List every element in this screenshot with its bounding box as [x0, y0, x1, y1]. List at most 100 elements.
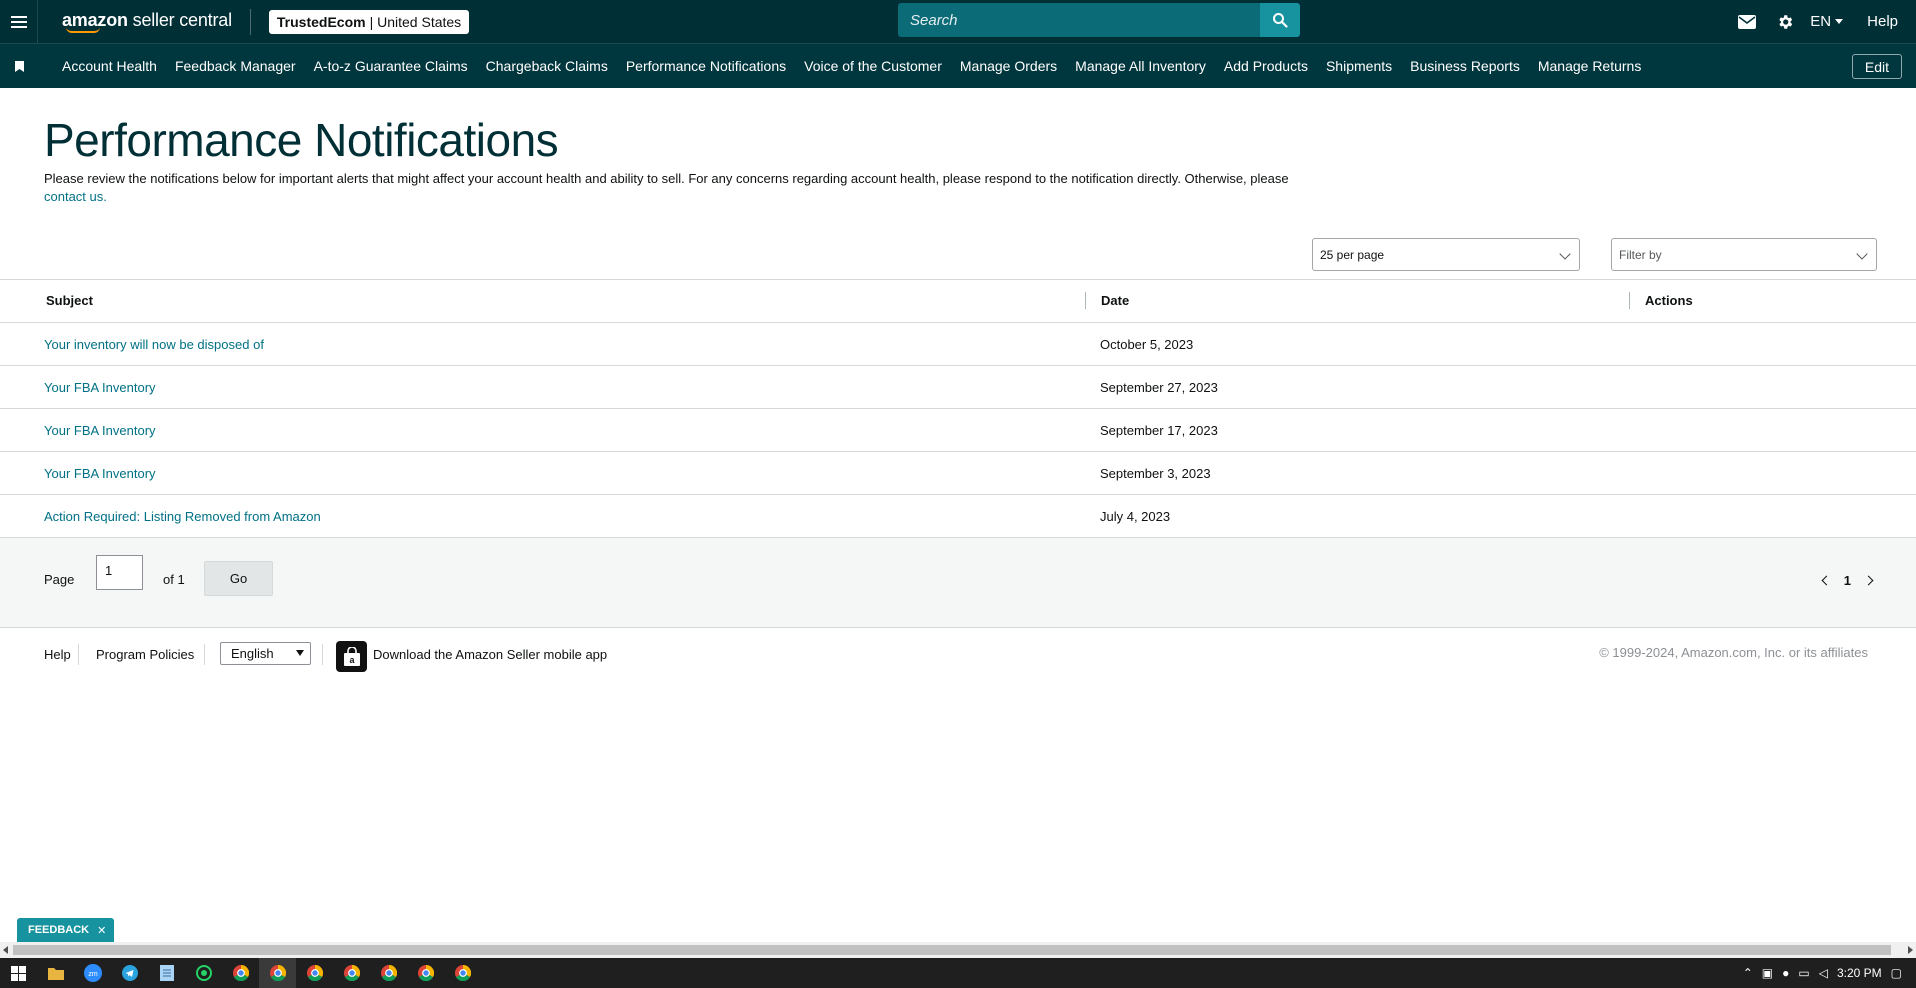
feedback-button[interactable]: FEEDBACK ✕ — [17, 918, 115, 942]
per-page-value: 25 per page — [1320, 247, 1385, 262]
amazon-seller-central-logo[interactable]: amazon seller central — [62, 11, 232, 33]
messages-button[interactable] — [1728, 14, 1766, 29]
clock-time[interactable]: 3:20 PM — [1837, 966, 1882, 980]
search-icon — [1273, 13, 1288, 28]
table-row: Your FBA Inventory September 27, 2023 — [0, 366, 1916, 409]
taskbar-chrome-3[interactable] — [296, 958, 333, 988]
language-code: EN — [1810, 13, 1832, 30]
page-label: Page — [44, 572, 75, 587]
notepad-icon — [159, 965, 174, 981]
start-button[interactable] — [0, 958, 37, 988]
taskbar-whatsapp[interactable] — [185, 958, 222, 988]
footer: Help Program Policies English a Download… — [0, 630, 1916, 680]
footer-help-link[interactable]: Help — [44, 647, 71, 662]
nav-item-manage-orders[interactable]: Manage Orders — [960, 58, 1057, 74]
table-row: Action Required: Listing Removed from Am… — [0, 495, 1916, 538]
zoom-icon-label: zm — [88, 971, 98, 978]
store-selector[interactable]: TrustedEcom | United States — [268, 9, 470, 34]
scroll-left-icon[interactable] — [3, 946, 8, 954]
nav-item-feedback-manager[interactable]: Feedback Manager — [175, 58, 296, 74]
logo-product: seller central — [132, 9, 232, 30]
nav-item-add-products[interactable]: Add Products — [1224, 58, 1308, 74]
settings-button[interactable] — [1766, 13, 1804, 31]
nav-item-performance-notifications[interactable]: Performance Notifications — [626, 58, 786, 74]
edit-nav-button[interactable]: Edit — [1851, 54, 1902, 79]
nav-item-voice-of-customer[interactable]: Voice of the Customer — [804, 58, 942, 74]
page-navigator: 1 — [1821, 573, 1874, 588]
pagination-bar: Page 1 of 1 Go 1 — [0, 538, 1916, 628]
per-page-select[interactable]: 25 per page — [1312, 238, 1580, 271]
footer-divider — [204, 644, 205, 665]
taskbar-file-explorer[interactable] — [37, 958, 74, 988]
chevron-down-icon — [1559, 248, 1571, 260]
notification-subject-link[interactable]: Action Required: Listing Removed from Am… — [44, 509, 321, 524]
nav-item-manage-returns[interactable]: Manage Returns — [1538, 58, 1642, 74]
microphone-icon[interactable]: ● — [1782, 966, 1789, 980]
current-page-number[interactable]: 1 — [1844, 573, 1851, 588]
chevron-down-icon — [296, 650, 304, 656]
amazon-app-icon[interactable]: a — [336, 641, 367, 672]
gear-icon — [1779, 14, 1793, 29]
help-link[interactable]: Help — [1867, 13, 1898, 30]
footer-divider — [322, 644, 323, 665]
nav-item-chargeback-claims[interactable]: Chargeback Claims — [486, 58, 608, 74]
search-input[interactable]: Search — [898, 3, 1260, 37]
taskbar-chrome-5[interactable] — [370, 958, 407, 988]
taskbar-notepad[interactable] — [148, 958, 185, 988]
nav-item-account-health[interactable]: Account Health — [62, 58, 157, 74]
notification-subject-link[interactable]: Your FBA Inventory — [44, 423, 156, 438]
nav-item-shipments[interactable]: Shipments — [1326, 58, 1392, 74]
taskbar-chrome-1[interactable] — [222, 958, 259, 988]
notification-subject-link[interactable]: Your FBA Inventory — [44, 466, 156, 481]
contact-us-link[interactable]: contact us. — [44, 189, 107, 204]
download-app-link[interactable]: Download the Amazon Seller mobile app — [373, 647, 607, 662]
telegram-icon — [121, 965, 138, 981]
filter-select[interactable]: Filter by — [1611, 238, 1877, 271]
chevron-up-icon[interactable]: ⌃ — [1743, 966, 1753, 980]
nav-item-business-reports[interactable]: Business Reports — [1410, 58, 1520, 74]
notifications-icon[interactable]: ▢ — [1891, 966, 1902, 980]
horizontal-scrollbar[interactable] — [0, 942, 1916, 958]
bookmark-button[interactable] — [0, 60, 38, 72]
page-title: Performance Notifications — [44, 114, 559, 166]
taskbar-zoom[interactable]: zm — [74, 958, 111, 988]
program-policies-link[interactable]: Program Policies — [96, 647, 194, 662]
column-header-subject[interactable]: Subject — [46, 293, 93, 308]
network-icon[interactable]: ▭ — [1798, 966, 1809, 980]
camera-icon[interactable]: ▣ — [1762, 966, 1773, 980]
chrome-icon — [380, 965, 397, 981]
scroll-right-icon[interactable] — [1908, 946, 1913, 954]
notification-subject-link[interactable]: Your inventory will now be disposed of — [44, 337, 264, 352]
taskbar-chrome-2[interactable] — [259, 958, 296, 988]
previous-page-icon[interactable] — [1821, 575, 1832, 586]
nav-item-manage-all-inventory[interactable]: Manage All Inventory — [1075, 58, 1206, 74]
column-divider — [1085, 292, 1086, 309]
system-tray: ⌃ ▣ ● ▭ ◁ 3:20 PM ▢ — [1743, 958, 1916, 988]
column-header-date[interactable]: Date — [1101, 293, 1129, 308]
next-page-icon[interactable] — [1863, 575, 1874, 586]
footer-language-value: English — [231, 646, 274, 661]
nav-item-a-to-z-claims[interactable]: A-to-z Guarantee Claims — [314, 58, 468, 74]
intro-text: Please review the notifications below fo… — [44, 170, 1304, 206]
table-row: Your inventory will now be disposed of O… — [0, 323, 1916, 366]
go-button[interactable]: Go — [204, 561, 273, 596]
scrollbar-thumb[interactable] — [13, 945, 1891, 955]
footer-language-select[interactable]: English — [220, 642, 311, 665]
chrome-icon — [454, 965, 471, 981]
column-header-actions: Actions — [1645, 293, 1693, 308]
language-selector[interactable]: EN — [1810, 13, 1844, 30]
taskbar-chrome-4[interactable] — [333, 958, 370, 988]
close-icon[interactable]: ✕ — [97, 924, 106, 937]
store-marketplace: | United States — [369, 13, 462, 30]
page-number-input[interactable]: 1 — [96, 555, 143, 590]
header-actions: EN Help — [1728, 0, 1916, 43]
taskbar-chrome-6[interactable] — [407, 958, 444, 988]
notification-subject-link[interactable]: Your FBA Inventory — [44, 380, 156, 395]
hamburger-menu-button[interactable] — [0, 0, 38, 43]
taskbar-telegram[interactable] — [111, 958, 148, 988]
top-bar: amazon seller central TrustedEcom | Unit… — [0, 0, 1916, 43]
search-button[interactable] — [1260, 3, 1300, 37]
volume-icon[interactable]: ◁ — [1819, 966, 1828, 980]
search-bar: Search — [898, 3, 1300, 37]
taskbar-chrome-7[interactable] — [444, 958, 481, 988]
